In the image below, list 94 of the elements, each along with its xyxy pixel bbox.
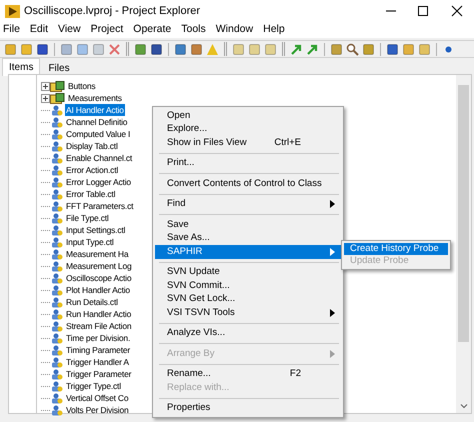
submenu-arrow-icon bbox=[330, 350, 335, 358]
tree-item[interactable]: FFT Parameters.ct bbox=[65, 200, 134, 212]
tree-item[interactable]: Input Settings.ctl bbox=[65, 224, 126, 236]
tree-item[interactable]: Trigger Handler A bbox=[65, 356, 130, 368]
tree-item[interactable]: Channel Definitio bbox=[65, 116, 128, 128]
tree-item[interactable]: Run Details.ctl bbox=[65, 296, 119, 308]
menu-item[interactable]: SVN Commit... bbox=[155, 279, 341, 292]
menu-item[interactable]: Save bbox=[155, 218, 341, 232]
tree-item[interactable]: Time per Division. bbox=[65, 332, 132, 344]
submenu-arrow-icon bbox=[330, 308, 335, 317]
search-icon[interactable] bbox=[346, 42, 359, 56]
control-file-icon bbox=[50, 164, 63, 176]
tree-item[interactable]: Timing Parameter bbox=[65, 344, 132, 356]
control-file-icon bbox=[50, 344, 63, 356]
tree-item[interactable]: Error Action.ctl bbox=[65, 164, 120, 176]
menu-item[interactable]: Properties bbox=[155, 402, 341, 415]
menu-item[interactable]: SVN Update bbox=[155, 266, 341, 279]
tree-item[interactable]: Oscilloscope Actio bbox=[65, 272, 132, 284]
tree-item[interactable]: Buttons bbox=[67, 80, 96, 92]
control-file-icon bbox=[50, 404, 63, 416]
menu-item[interactable]: Open bbox=[155, 109, 341, 122]
control-file-icon bbox=[50, 248, 63, 260]
tree-item[interactable]: Measurements bbox=[67, 92, 123, 104]
tree-item[interactable]: Run Handler Actio bbox=[65, 308, 132, 320]
control-file-icon bbox=[50, 356, 63, 368]
control-file-icon bbox=[50, 380, 63, 392]
menu-item[interactable]: Create History Probe bbox=[344, 243, 448, 255]
tree-item[interactable]: Volts Per Division bbox=[65, 404, 130, 416]
menu-item[interactable]: VSI TSVN Tools bbox=[155, 306, 341, 320]
tree-item[interactable]: Plot Handler Actio bbox=[65, 284, 131, 296]
control-file-icon bbox=[50, 236, 63, 248]
control-file-icon bbox=[50, 188, 63, 200]
menu-item[interactable]: File bbox=[2, 22, 21, 38]
control-file-icon bbox=[50, 368, 63, 380]
menu-item[interactable]: Print... bbox=[155, 156, 341, 170]
control-file-icon bbox=[50, 260, 63, 272]
app-icon bbox=[5, 4, 20, 18]
tree-item[interactable]: Input Type.ctl bbox=[65, 236, 115, 248]
menu-item[interactable]: Convert Contents of Control to Class bbox=[155, 177, 341, 190]
menu-item[interactable]: Analyze VIs... bbox=[155, 326, 341, 340]
control-file-icon bbox=[50, 128, 63, 140]
delete-icon[interactable] bbox=[108, 42, 121, 56]
menu-item[interactable]: Window bbox=[214, 22, 254, 38]
tree-item[interactable]: Stream File Action bbox=[65, 320, 132, 332]
tree-item[interactable]: AI Handler Actio bbox=[65, 104, 125, 116]
control-file-icon bbox=[50, 200, 63, 212]
arrow-icon[interactable] bbox=[290, 42, 303, 56]
control-file-icon bbox=[50, 332, 63, 344]
menu-item[interactable]: Find bbox=[155, 198, 341, 211]
menu-item[interactable]: Explore... bbox=[155, 122, 341, 136]
arrow-icon[interactable] bbox=[306, 42, 319, 56]
tree-item[interactable]: Computed Value I bbox=[65, 128, 132, 140]
control-file-icon bbox=[50, 320, 63, 332]
control-file-icon bbox=[50, 176, 63, 188]
tree-item[interactable]: Error Logger Actio bbox=[65, 176, 132, 188]
control-file-icon bbox=[50, 296, 63, 308]
control-file-icon bbox=[50, 212, 63, 224]
tree-item[interactable]: Enable Channel.ct bbox=[65, 152, 134, 164]
menu-item[interactable]: Help bbox=[262, 22, 286, 38]
menu-item[interactable]: SVN Get Lock... bbox=[155, 292, 341, 306]
control-file-icon bbox=[50, 284, 63, 296]
tree-item[interactable]: File Type.ctl bbox=[65, 212, 110, 224]
tree-item[interactable]: Trigger Type.ctl bbox=[65, 380, 122, 392]
control-file-icon bbox=[50, 104, 63, 116]
menu-item[interactable]: View bbox=[57, 22, 82, 38]
scroll-down-icon[interactable] bbox=[460, 402, 468, 410]
menu-item[interactable]: Operate bbox=[132, 22, 172, 38]
tree-item[interactable]: Display Tab.ctl bbox=[65, 140, 119, 152]
window-title: Oscilliscope.lvproj - Project Explorer bbox=[24, 4, 200, 19]
tab[interactable]: Items bbox=[2, 58, 40, 76]
menu-item[interactable]: Save As... bbox=[155, 232, 341, 245]
control-file-icon bbox=[50, 140, 63, 152]
control-file-icon bbox=[50, 224, 63, 236]
expand-icon[interactable] bbox=[41, 94, 50, 102]
tree-item[interactable]: Measurement Ha bbox=[65, 248, 130, 260]
menu-item[interactable]: Project bbox=[90, 22, 124, 38]
submenu-arrow-icon bbox=[330, 200, 335, 208]
menu-item[interactable]: SAPHIR bbox=[155, 245, 341, 258]
control-file-icon bbox=[50, 152, 63, 164]
tree-item[interactable]: Error Table.ctl bbox=[65, 188, 116, 200]
scrollbar[interactable] bbox=[456, 75, 471, 413]
tree-item[interactable]: Trigger Parameter bbox=[65, 368, 132, 380]
expand-icon[interactable] bbox=[41, 82, 50, 90]
tree-item[interactable]: Measurement Log bbox=[65, 260, 133, 272]
control-file-icon bbox=[50, 392, 63, 404]
control-file-icon bbox=[50, 308, 63, 320]
menu-item[interactable]: Rename... F2 bbox=[155, 368, 341, 381]
tree-item[interactable]: Vertical Offset Co bbox=[65, 392, 130, 404]
menu-item[interactable]: Show in Files View Ctrl+E bbox=[155, 136, 341, 150]
control-file-icon bbox=[50, 272, 63, 284]
control-file-icon bbox=[50, 116, 63, 128]
menu-item[interactable]: Edit bbox=[28, 22, 50, 38]
menu-item[interactable]: Tools bbox=[180, 22, 207, 38]
submenu-arrow-icon bbox=[330, 248, 335, 256]
